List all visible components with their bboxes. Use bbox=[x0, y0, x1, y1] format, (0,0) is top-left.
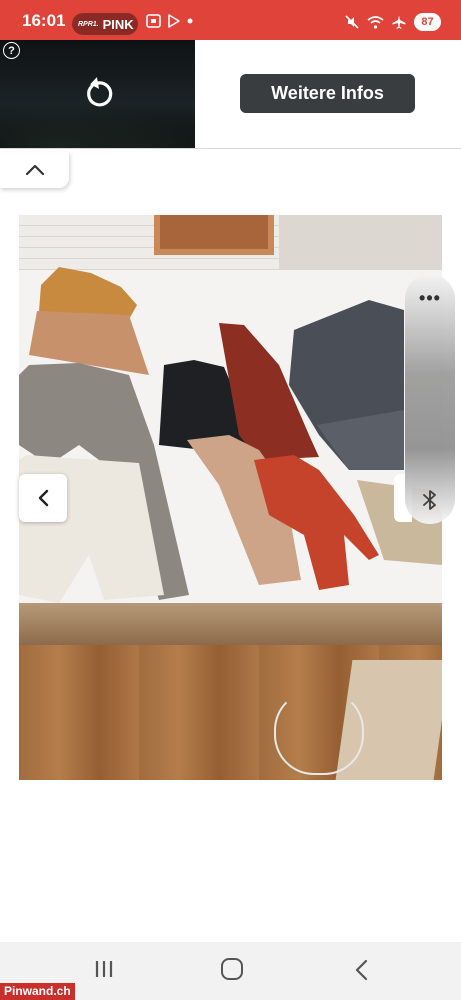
system-status-icons: 87 bbox=[345, 13, 441, 31]
notification-icons bbox=[146, 14, 193, 28]
replay-icon[interactable] bbox=[80, 75, 116, 111]
chevron-up-icon bbox=[25, 164, 44, 176]
dot-icon bbox=[187, 18, 193, 24]
help-icon[interactable]: ? bbox=[3, 42, 20, 59]
edge-panel[interactable]: ••• bbox=[405, 274, 455, 524]
wifi-icon bbox=[367, 15, 384, 29]
battery-indicator: 87 bbox=[414, 13, 441, 31]
play-store-icon bbox=[168, 14, 180, 28]
recents-icon[interactable] bbox=[94, 960, 114, 978]
ad-video-thumbnail[interactable]: ? bbox=[0, 40, 195, 148]
screenshot-icon bbox=[146, 14, 161, 28]
home-icon[interactable] bbox=[221, 958, 243, 980]
status-bar: 16:01 RPR1. PINK 87 bbox=[0, 0, 461, 40]
bluetooth-icon[interactable] bbox=[420, 488, 440, 512]
chevron-left-icon bbox=[38, 489, 49, 507]
more-info-button[interactable]: Weitere Infos bbox=[240, 74, 415, 113]
screen: 16:01 RPR1. PINK 87 ? Weitere Infos ••• … bbox=[0, 0, 461, 1000]
mute-icon bbox=[345, 15, 359, 29]
radio-notification-pill[interactable]: RPR1. PINK bbox=[72, 13, 138, 35]
collapse-ad-tab[interactable] bbox=[0, 152, 69, 188]
status-time: 16:01 bbox=[22, 11, 66, 30]
airplane-icon bbox=[392, 15, 406, 29]
back-icon[interactable] bbox=[352, 959, 370, 981]
edge-panel-menu[interactable]: ••• bbox=[405, 288, 455, 309]
carousel-prev-button[interactable] bbox=[19, 474, 67, 522]
ad-banner[interactable]: ? Weitere Infos bbox=[0, 40, 461, 149]
radio-name: PINK bbox=[102, 16, 134, 32]
radio-logo: RPR1. bbox=[78, 20, 99, 28]
site-watermark: Pinwand.ch bbox=[0, 983, 75, 1000]
photo-garments bbox=[19, 267, 442, 603]
product-photo[interactable] bbox=[19, 215, 442, 780]
